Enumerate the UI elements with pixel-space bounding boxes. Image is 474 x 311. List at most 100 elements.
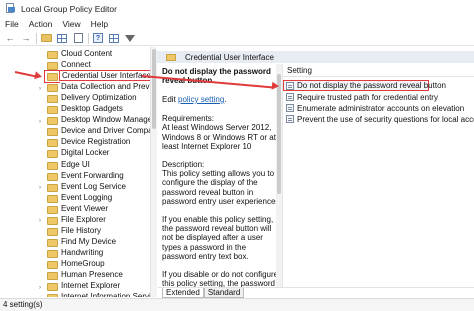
tree-item-label: Delivery Optimization — [61, 93, 137, 103]
tree-item-label: HomeGroup — [61, 258, 105, 268]
view-tabs: Extended Standard — [158, 287, 474, 298]
tree-item-label: File Explorer — [61, 214, 106, 224]
description-scroll-thumb[interactable] — [277, 74, 281, 194]
folder-icon — [47, 294, 58, 297]
tree-item-label: Human Presence — [61, 270, 123, 279]
disable-text: If you disable or do not configure this … — [162, 269, 279, 287]
folder-icon — [47, 106, 58, 115]
folder-icon — [47, 95, 58, 104]
tree-item-label: Credential User Interface — [59, 70, 150, 82]
folder-icon — [47, 172, 58, 181]
tree-item-label: Event Logging — [61, 192, 113, 202]
title-bar: Local Group Policy Editor — [0, 0, 474, 17]
tree-item-label: Handwriting — [61, 247, 104, 257]
edit-suffix: . — [224, 95, 227, 104]
edit-policy-line: Edit policy setting. — [162, 95, 282, 104]
menu-bar: File Action View Help — [0, 17, 474, 31]
description-heading: Description: — [162, 159, 205, 169]
menu-view[interactable]: View — [57, 19, 85, 29]
tree-item-label: Find My Device — [61, 236, 117, 246]
chevron-right-icon[interactable]: › — [36, 116, 44, 127]
menu-help[interactable]: Help — [86, 19, 113, 29]
chevron-right-icon[interactable]: › — [36, 216, 44, 227]
tree-scrollbar[interactable] — [150, 47, 157, 297]
folder-icon — [47, 84, 58, 93]
folder-icon — [166, 53, 176, 61]
policy-setting-icon — [286, 104, 294, 112]
setting-column-header[interactable]: Setting — [283, 64, 474, 77]
menu-action[interactable]: Action — [24, 19, 58, 29]
tree-item-label: Device and Driver Compati — [61, 126, 150, 136]
toolbar: ← → ? — [0, 31, 474, 46]
edit-prefix: Edit — [162, 95, 179, 104]
toolbar-divider — [36, 32, 37, 44]
folder-icon — [47, 139, 58, 148]
folder-icon — [47, 128, 58, 137]
toolbar-divider-2 — [88, 32, 89, 44]
back-arrow-icon[interactable]: ← — [4, 32, 16, 44]
chevron-right-icon[interactable]: › — [36, 183, 44, 194]
folder-icon — [47, 227, 58, 236]
chevron-right-icon[interactable]: › — [36, 282, 44, 293]
tree-item-label: Cloud Content — [61, 49, 113, 58]
tab-extended[interactable]: Extended — [162, 288, 204, 298]
folder-up-icon[interactable] — [40, 32, 52, 44]
tree-item-label: Data Collection and Preview — [61, 82, 150, 92]
folder-icon — [47, 249, 58, 258]
show-hide-tree-icon[interactable] — [56, 32, 68, 44]
requirements-text: Requirements: At least Windows Server 20… — [162, 114, 276, 152]
window-title: Local Group Policy Editor — [21, 3, 117, 14]
right-pane-title: Credential User Interface — [185, 52, 274, 62]
help-icon[interactable]: ? — [92, 32, 104, 44]
tree-item-label: Event Log Service — [61, 181, 126, 191]
setting-label: Enumerate administrator accounts on elev… — [297, 103, 465, 113]
edit-policy-setting-link[interactable]: policy setting — [178, 95, 224, 104]
setting-label: Prevent the use of security questions fo… — [297, 114, 474, 124]
policy-setting-icon — [286, 115, 294, 123]
folder-icon — [47, 161, 58, 170]
folder-icon — [47, 238, 58, 247]
folder-icon — [47, 73, 58, 82]
description-pane: Do not display the password reveal butto… — [158, 64, 282, 287]
folder-icon — [47, 216, 58, 225]
policy-setting-icon — [286, 81, 294, 90]
tree-item-label: File History — [61, 225, 102, 235]
folder-icon — [47, 272, 58, 280]
folder-icon — [47, 51, 58, 59]
filter-icon[interactable] — [124, 32, 136, 44]
setting-row-password-reveal[interactable]: Do not display the password reveal butto… — [283, 80, 446, 91]
tree-item-label: Device Registration — [61, 137, 131, 147]
tab-standard[interactable]: Standard — [203, 288, 245, 298]
properties-icon[interactable] — [108, 32, 120, 44]
folder-icon — [47, 183, 58, 192]
folder-icon — [47, 150, 58, 159]
setting-label: Do not display the password reveal butto… — [297, 81, 446, 90]
folder-icon — [47, 283, 58, 292]
tree-item-label: Edge UI — [61, 159, 90, 169]
setting-row-security-questions[interactable]: Prevent the use of security questions fo… — [284, 114, 474, 124]
folder-icon — [47, 62, 58, 71]
tree-item[interactable]: Internet Information Servi — [0, 292, 150, 297]
tree-item-label: Internet Explorer — [61, 281, 121, 291]
export-list-icon[interactable] — [72, 32, 84, 44]
tree-item-label: Desktop Window Manager — [61, 115, 150, 125]
group-policy-app-icon — [5, 3, 16, 14]
forward-arrow-icon[interactable]: → — [20, 32, 32, 44]
menu-file[interactable]: File — [0, 19, 24, 29]
folder-icon — [47, 260, 58, 269]
setting-row-enumerate-admins[interactable]: Enumerate administrator accounts on elev… — [284, 103, 474, 113]
tree-item-label: Internet Information Servi — [61, 292, 150, 297]
tree-scroll-thumb[interactable] — [152, 49, 156, 129]
tree-item-label: Digital Locker — [61, 148, 110, 158]
tree-item-label: Connect — [61, 60, 91, 70]
description-text: Description: This policy setting allows y… — [162, 160, 282, 207]
tree-item-label: Event Forwarding — [61, 170, 124, 180]
setting-label: Require trusted path for credential entr… — [297, 92, 438, 102]
setting-row-trusted-path[interactable]: Require trusted path for credential entr… — [284, 92, 474, 102]
chevron-right-icon[interactable]: › — [36, 83, 44, 94]
annotation-arrow-right-head — [271, 81, 280, 91]
status-bar: 4 setting(s) — [0, 298, 474, 311]
tree-item-label: Desktop Gadgets — [61, 104, 123, 114]
policy-tree: Cloud Content Connect Credential User Inte… — [0, 47, 150, 297]
folder-icon — [47, 117, 58, 126]
